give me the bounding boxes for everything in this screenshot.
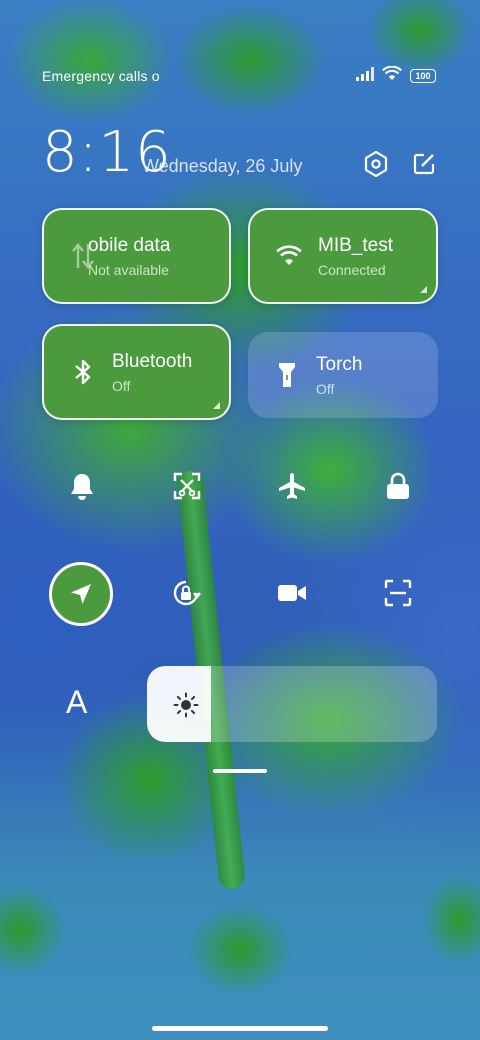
lock-icon[interactable] [370,458,426,514]
date: Wednesday, 26 July [142,156,303,176]
tile-bluetooth[interactable]: Bluetooth Off [42,324,231,420]
signal-icon [356,66,374,86]
expand-indicator [420,286,427,293]
status-icons: 100 [356,65,436,86]
tile-mobile-data-label: obile data [88,234,171,256]
tile-bluetooth-status: Off [112,377,131,394]
bell-icon[interactable] [54,458,110,514]
rotation-lock-icon[interactable] [158,565,214,621]
expand-indicator [213,402,220,409]
edit-icon[interactable] [410,150,438,178]
font-size-button[interactable]: A [66,684,87,721]
navigation-bar[interactable] [152,1026,328,1031]
sun-icon [173,692,199,718]
bluetooth-icon [70,357,96,387]
brightness-slider[interactable] [147,666,437,742]
tile-torch[interactable]: Torch Off [248,332,438,418]
tile-wifi-label: MIB_test [318,234,393,256]
screenshot-icon[interactable] [159,458,215,514]
torch-icon [274,360,300,390]
tile-mobile-data-status: Not available [88,261,169,278]
video-icon[interactable] [264,565,320,621]
scan-icon[interactable] [370,565,426,621]
tile-bluetooth-label: Bluetooth [112,350,193,372]
tile-mobile-data[interactable]: obile data Not available [42,208,231,304]
mobile-data-icon [70,241,96,271]
battery-icon: 100 [410,69,436,83]
tile-wifi[interactable]: MIB_test Connected [248,208,438,304]
location-icon[interactable] [49,562,113,626]
tile-torch-label: Torch [316,353,363,375]
emergency-calls-text: Emergency calls o [42,68,160,84]
tile-wifi-status: Connected [318,261,386,278]
wifi-icon [276,241,302,271]
panel-drag-handle[interactable] [213,769,267,773]
settings-icon[interactable] [362,150,390,178]
airplane-icon[interactable] [264,458,320,514]
tile-torch-status: Off [316,380,335,397]
wifi-icon [382,65,402,86]
